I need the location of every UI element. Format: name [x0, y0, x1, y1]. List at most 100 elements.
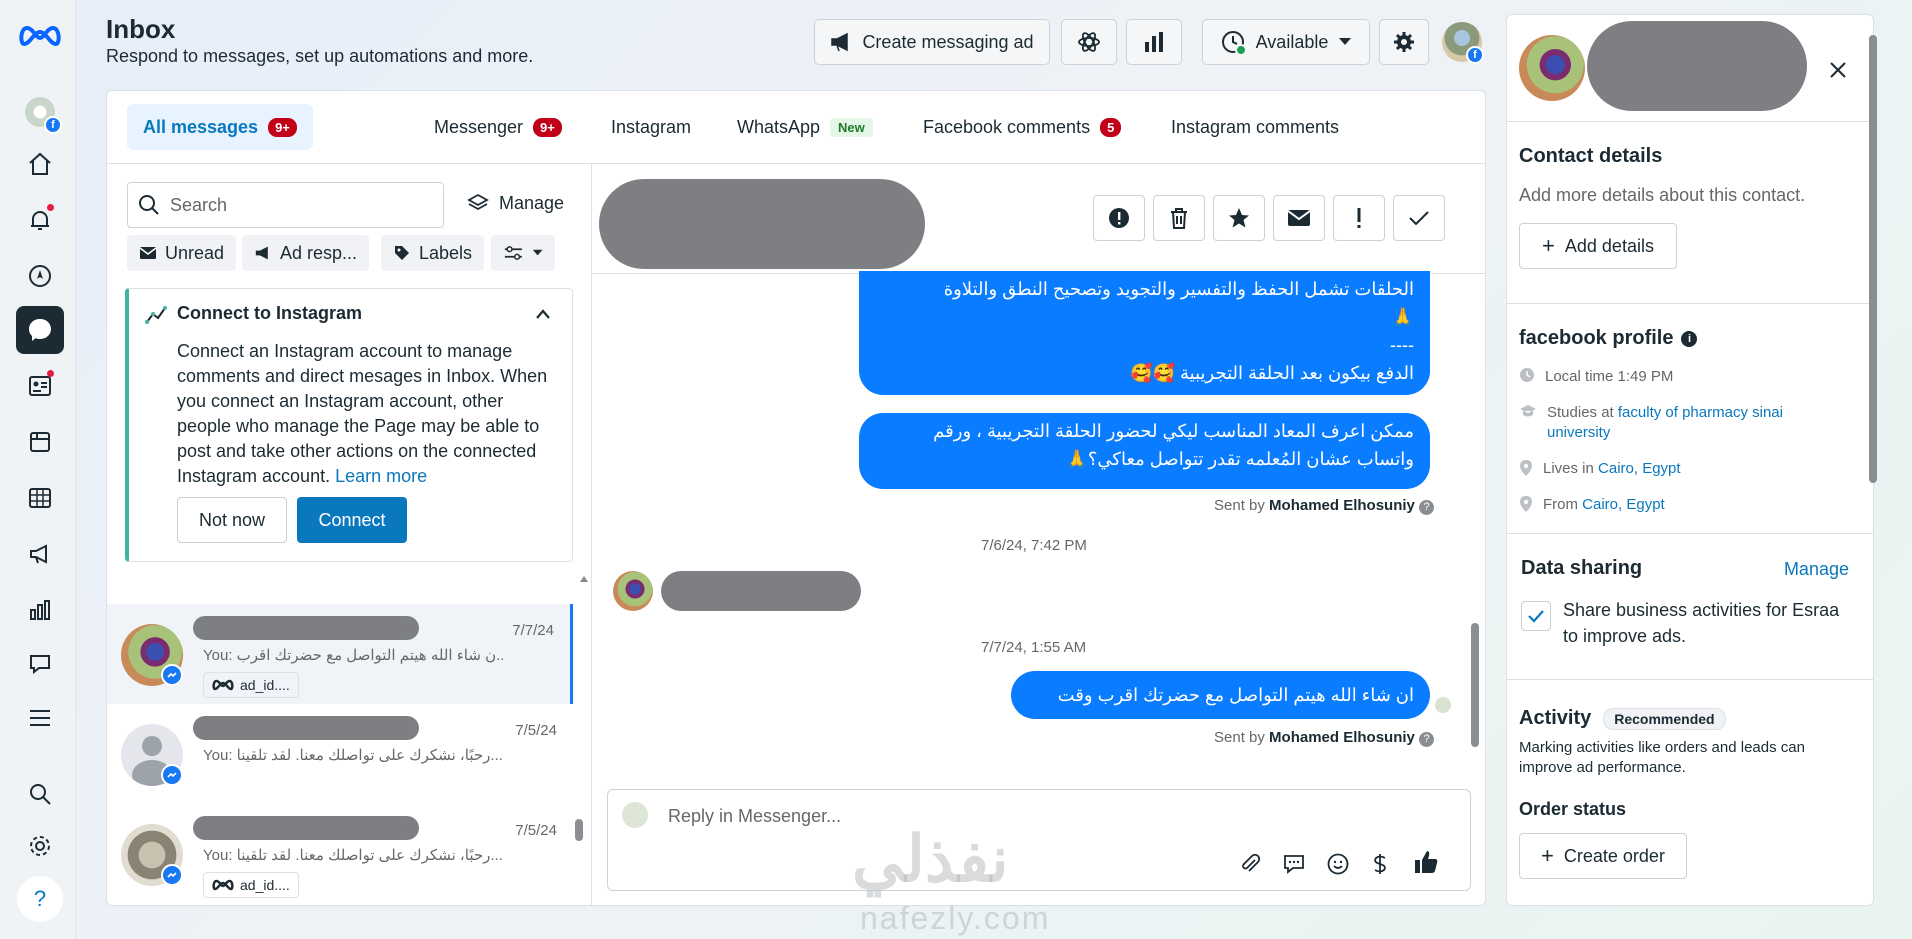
tab-facebook-comments[interactable]: Facebook comments 5: [907, 104, 1137, 150]
tab-messenger[interactable]: Messenger 9+: [418, 104, 578, 150]
content-icon[interactable]: [16, 418, 64, 466]
create-messaging-ad-label: Create messaging ad: [862, 31, 1034, 52]
sender-name: Mohamed Elhosuniy: [1269, 729, 1415, 746]
feedback-icon[interactable]: [16, 640, 64, 688]
tab-whatsapp[interactable]: WhatsApp New: [721, 104, 889, 150]
exclamation-icon: [1357, 208, 1361, 228]
paperclip-icon[interactable]: [1238, 852, 1262, 876]
page-title: Inbox: [106, 14, 176, 44]
data-sharing-title: Data sharing: [1521, 557, 1643, 579]
message-text: الدفع بيكون بعد الحلقة التجريبية 🥰🥰: [1130, 363, 1414, 383]
insights-button[interactable]: [1126, 19, 1182, 65]
manage-link[interactable]: Manage: [1784, 559, 1849, 580]
education-field: Studies at faculty of pharmacy sinai uni…: [1519, 403, 1819, 443]
page-avatar-nav[interactable]: f: [16, 88, 64, 136]
filter-settings-dropdown[interactable]: [491, 235, 555, 271]
check-icon: [1528, 610, 1544, 623]
create-messaging-ad-button[interactable]: Create messaging ad: [814, 19, 1050, 65]
manage-label: Manage: [499, 192, 565, 213]
close-icon[interactable]: [1829, 61, 1847, 79]
connect-button[interactable]: Connect: [297, 497, 407, 543]
redacted-contact-name: [193, 816, 419, 840]
facebook-badge-icon: f: [1466, 46, 1484, 64]
report-button[interactable]: [1093, 195, 1145, 241]
lives-in-link[interactable]: Cairo, Egypt: [1598, 460, 1681, 477]
sent-by-label: Sent by Mohamed Elhosuniy ?: [1214, 497, 1435, 515]
filter-label: Unread: [165, 242, 225, 263]
conversation-date: 7/7/24: [512, 622, 554, 639]
home-icon[interactable]: [16, 140, 64, 188]
conversation-item[interactable]: 7/7/24 You: ن شاء الله هيتم التواصل مع ح…: [107, 604, 573, 704]
sliders-icon: [504, 246, 522, 260]
meta-logo-icon[interactable]: [18, 22, 62, 50]
meta-logo-icon: [212, 679, 234, 691]
recommended-badge: Recommended: [1603, 707, 1726, 730]
saved-replies-icon[interactable]: [1282, 852, 1306, 876]
availability-dropdown[interactable]: Available: [1202, 19, 1370, 65]
list-scrollbar[interactable]: [575, 819, 583, 841]
sent-by-label: Sent by Mohamed Elhosuniy ?: [1214, 729, 1435, 747]
reply-box[interactable]: Reply in Messenger...: [607, 789, 1471, 891]
dollar-icon[interactable]: [1370, 852, 1390, 876]
planner-icon[interactable]: [16, 474, 64, 522]
tab-instagram-comments[interactable]: Instagram comments: [1155, 104, 1355, 150]
envelope-icon: [139, 247, 157, 259]
settings-button[interactable]: [1379, 19, 1429, 65]
automations-button[interactable]: [1061, 19, 1117, 65]
search-nav-icon[interactable]: [16, 770, 64, 818]
tab-instagram[interactable]: Instagram: [595, 104, 707, 150]
filter-unread[interactable]: Unread: [127, 235, 237, 271]
mark-unread-button[interactable]: [1273, 195, 1325, 241]
tab-label: All messages: [143, 116, 259, 137]
filter-ad-responses[interactable]: Ad resp...: [242, 235, 370, 271]
inbox-nav-icon[interactable]: [16, 306, 64, 354]
contacts-icon[interactable]: [16, 362, 64, 410]
notifications-icon[interactable]: [16, 196, 64, 244]
scroll-up-arrow[interactable]: [580, 576, 588, 582]
delete-button[interactable]: [1153, 195, 1205, 241]
message-text: ان شاء الله هيتم التواصل مع حضرتك اقرب و…: [1057, 685, 1414, 705]
ads-megaphone-icon[interactable]: [16, 530, 64, 578]
thread-scrollbar[interactable]: [1471, 623, 1479, 747]
share-activity-label: Share business activities for Esraa to i…: [1563, 600, 1840, 646]
location-pin-icon: [1520, 496, 1532, 512]
insights-icon[interactable]: [16, 586, 64, 634]
share-activity-checkbox[interactable]: [1521, 601, 1551, 631]
conversation-item[interactable]: 7/5/24 You: رحبًا، نشكرك على تواصلك معنا…: [107, 804, 573, 904]
search-input[interactable]: Search: [127, 182, 444, 228]
new-badge: New: [830, 117, 873, 137]
left-nav: f ?: [0, 0, 76, 939]
redacted-contact-header: [599, 179, 925, 269]
filter-labels[interactable]: Labels: [381, 235, 485, 271]
add-details-button[interactable]: + Add details: [1519, 223, 1677, 269]
chevron-up-icon[interactable]: [536, 309, 550, 319]
not-now-button[interactable]: Not now: [177, 497, 287, 543]
settings-nav-icon[interactable]: [16, 822, 64, 870]
star-button[interactable]: [1213, 195, 1265, 241]
check-icon: [1409, 211, 1429, 226]
from-link[interactable]: Cairo, Egypt: [1582, 496, 1665, 513]
tab-label: Messenger: [434, 116, 524, 137]
mark-done-button[interactable]: [1393, 195, 1445, 241]
panel-scrollbar[interactable]: [1869, 35, 1877, 483]
search-icon: [139, 195, 159, 215]
create-order-button[interactable]: + Create order: [1519, 833, 1687, 879]
tab-label: Facebook comments: [923, 116, 1091, 137]
conversation-item[interactable]: 7/5/24 You: رحبًا، نشكرك على تواصلك معنا…: [107, 704, 573, 804]
seen-avatar: [1435, 697, 1451, 713]
activity-subtitle: Marking activities like orders and leads…: [1519, 739, 1805, 776]
conversation-preview: You: رحبًا، نشكرك على تواصلك معنا. لقد ت…: [203, 747, 503, 764]
redacted-incoming-message: [661, 571, 861, 611]
learn-more-link[interactable]: Learn more: [335, 466, 427, 486]
help-icon[interactable]: ?: [17, 876, 63, 922]
ad-id-label: ad_id....: [240, 677, 290, 693]
thumbs-up-icon[interactable]: [1412, 848, 1440, 876]
tab-all-messages[interactable]: All messages 9+: [127, 104, 313, 150]
emoji-icon[interactable]: [1326, 852, 1350, 876]
message-timestamp: 7/7/24, 1:55 AM: [981, 639, 1087, 656]
count-badge: 5: [1100, 117, 1122, 137]
spam-button[interactable]: [1333, 195, 1385, 241]
manage-button[interactable]: Manage: [467, 192, 564, 214]
compass-icon[interactable]: [16, 252, 64, 300]
menu-icon[interactable]: [16, 694, 64, 742]
